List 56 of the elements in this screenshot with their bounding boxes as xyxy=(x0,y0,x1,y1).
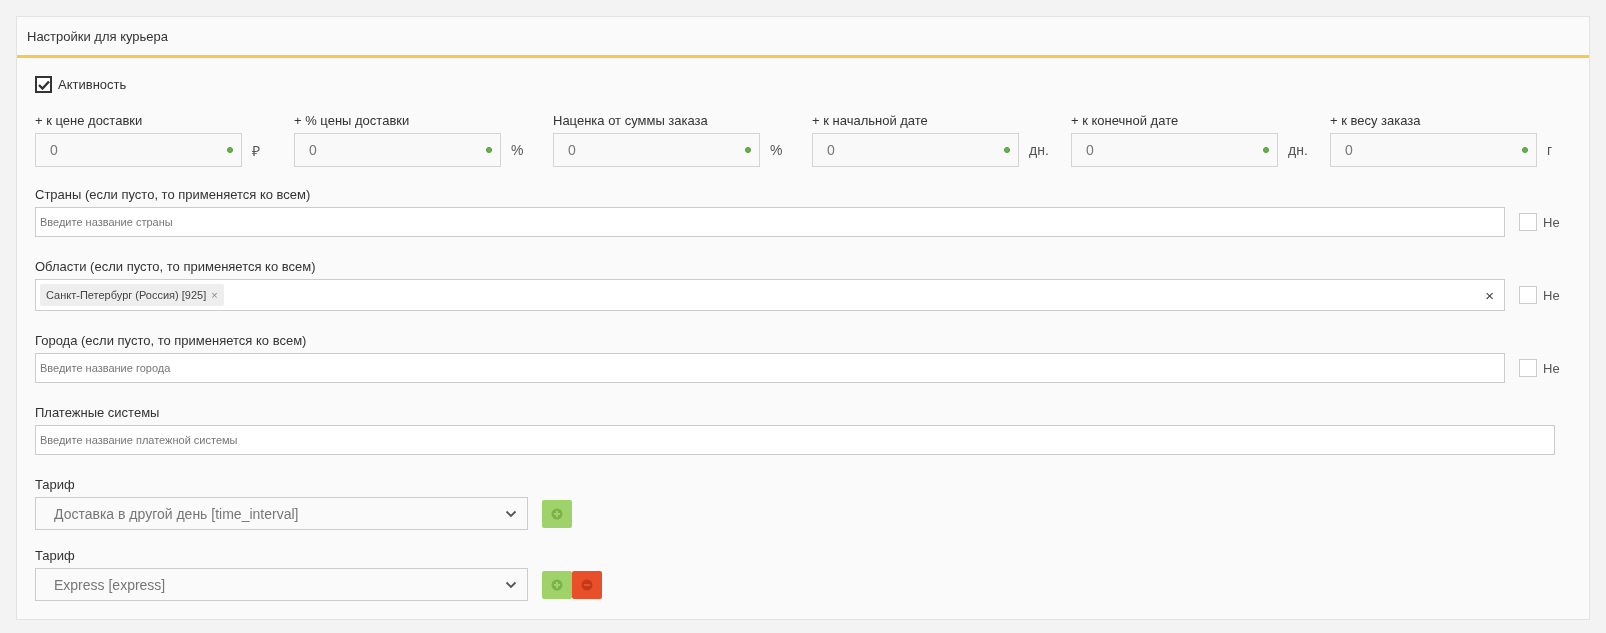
search-field[interactable]: Введите название платежной системы xyxy=(35,425,1555,455)
number-input[interactable]: 0 xyxy=(553,133,760,167)
status-dot-icon xyxy=(745,147,751,153)
number-input[interactable]: 0 xyxy=(812,133,1019,167)
checkbox[interactable] xyxy=(35,76,52,93)
search-field[interactable]: Санкт-Петербург (Россия) [925] × × xyxy=(35,279,1505,311)
field-label: Страны (если пусто, то применяется ко всем) xyxy=(35,187,312,202)
add-button[interactable] xyxy=(542,570,572,599)
field-label: Наценка от суммы заказа xyxy=(553,113,709,128)
placeholder-text: Введите название страны xyxy=(40,216,174,228)
checkbox-label: Не xyxy=(1543,287,1560,303)
number-input[interactable]: 0 xyxy=(1071,133,1278,167)
search-field[interactable]: Введите название города xyxy=(35,353,1505,383)
clear-button[interactable]: × xyxy=(1479,286,1500,304)
add-button[interactable] xyxy=(542,499,572,528)
unit-label: % xyxy=(770,142,784,158)
selected-tag: Санкт-Петербург (Россия) [925] × xyxy=(40,284,224,306)
field-label: + к начальной дате xyxy=(812,113,929,128)
placeholder-text: Введите название города xyxy=(40,362,172,374)
checkbox-label: Не xyxy=(1543,360,1560,376)
number-input[interactable]: 0 xyxy=(294,133,501,167)
remove-tag-button[interactable]: × xyxy=(211,289,218,301)
chevron-down-icon xyxy=(505,580,517,589)
number-input[interactable]: 0 xyxy=(1330,133,1537,167)
search-field[interactable]: Введите название страны xyxy=(35,207,1505,237)
chevron-down-icon xyxy=(505,509,517,518)
field-label: + к цене доставки xyxy=(35,113,144,128)
field-label: Тариф xyxy=(35,548,76,563)
unit-label: г xyxy=(1547,142,1554,158)
field-label: Платежные системы xyxy=(35,405,161,420)
field-label: Тариф xyxy=(35,477,76,492)
remove-button[interactable] xyxy=(572,570,602,599)
unit-label: ₽ xyxy=(252,141,261,160)
placeholder-text: Введите название платежной системы xyxy=(40,434,239,446)
field-label: Города (если пусто, то применяется ко всем) xyxy=(35,333,308,348)
checkbox-label: Активность xyxy=(58,77,127,92)
field-label: + к весу заказа xyxy=(1330,113,1422,128)
minus-circle-icon xyxy=(581,578,593,591)
tariff-select[interactable]: Доставка в другой день [time_interval] xyxy=(35,497,528,530)
status-dot-icon xyxy=(227,147,233,153)
unit-label: % xyxy=(511,142,525,158)
unit-label: дн. xyxy=(1029,142,1050,158)
plus-circle-icon xyxy=(551,578,563,591)
checkbox-label: Не xyxy=(1543,214,1560,230)
status-dot-icon xyxy=(1263,147,1269,153)
status-dot-icon xyxy=(1522,147,1528,153)
tariff-select[interactable]: Express [express] xyxy=(35,568,528,601)
status-dot-icon xyxy=(486,147,492,153)
field-label: + к конечной дате xyxy=(1071,113,1180,128)
panel-title: Настройки для курьера xyxy=(17,17,1589,58)
number-input[interactable]: 0 xyxy=(35,133,242,167)
status-dot-icon xyxy=(1004,147,1010,153)
field-label: + % цены доставки xyxy=(294,113,411,128)
field-label: Области (если пусто, то применяется ко всем) xyxy=(35,259,317,274)
unit-label: дн. xyxy=(1288,142,1309,158)
plus-circle-icon xyxy=(551,507,563,520)
